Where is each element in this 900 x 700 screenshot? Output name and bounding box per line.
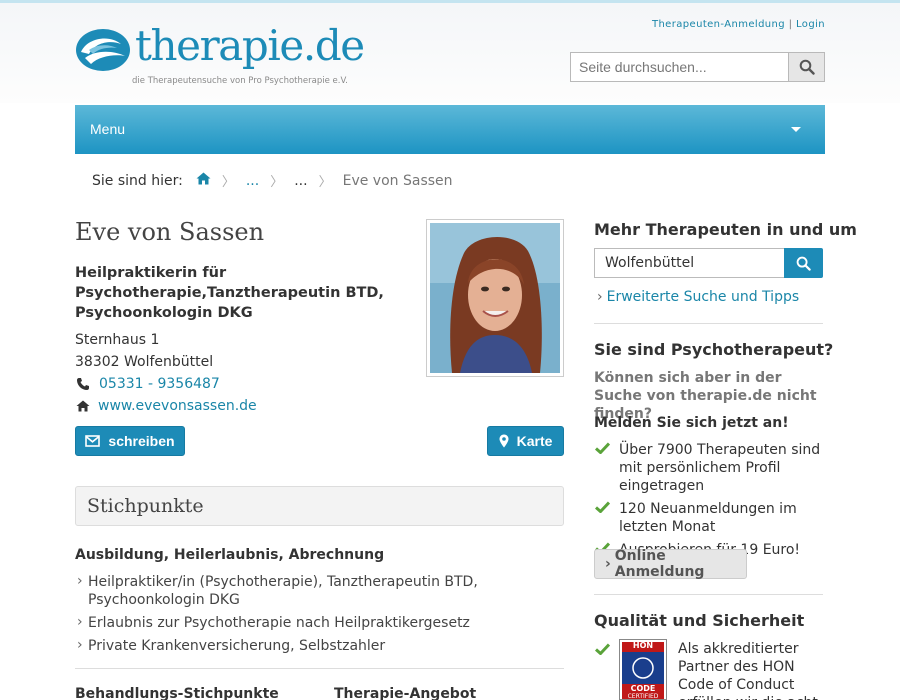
- top-links: Therapeuten-Anmeldung | Login: [652, 19, 825, 30]
- main-menu-bar[interactable]: Menu: [75, 105, 825, 154]
- menu-label: Menu: [90, 121, 126, 137]
- divider: [594, 594, 823, 595]
- education-heading: Ausbildung, Heilerlaubnis, Abrechnung: [75, 547, 385, 563]
- hon-badge-line3: CERTIFIED: [627, 693, 659, 700]
- logo-subtitle: die Therapeutensuche von Pro Psychothera…: [132, 76, 348, 86]
- advanced-search-link[interactable]: › Erweiterte Suche und Tipps: [597, 289, 799, 305]
- home-icon[interactable]: [196, 172, 211, 189]
- breadcrumb-separator: 〉: [270, 175, 284, 190]
- breadcrumb-label: Sie sind hier:: [92, 172, 183, 189]
- hon-description: Als akkreditierter Partner des HON Code …: [678, 641, 818, 700]
- chevron-right-icon: ›: [605, 556, 611, 572]
- quality-title: Qualität und Sicherheit: [594, 611, 805, 630]
- phone-icon: [77, 378, 89, 390]
- education-list: Heilpraktiker/in (Psychotherapie), Tanzt…: [75, 572, 564, 660]
- write-message-button[interactable]: schreiben: [75, 426, 185, 456]
- login-link[interactable]: Login: [796, 19, 825, 30]
- breadcrumb-current: Eve von Sassen: [342, 172, 453, 189]
- benefit-text: 120 Neuanmeldungen im letzten Monat: [619, 501, 797, 535]
- breadcrumb: Sie sind hier: 〉 ... 〉 ... 〉 Eve von Sas…: [92, 171, 453, 190]
- online-register-label: Online Anmeldung: [614, 548, 705, 580]
- therapist-register-link[interactable]: Therapeuten-Anmeldung: [652, 19, 785, 30]
- more-therapists-title: Mehr Therapeuten in und um: [594, 220, 857, 239]
- site-search: Seite durchsuchen...: [570, 52, 825, 82]
- location-search: Wolfenbüttel: [594, 248, 823, 278]
- address-street: Sternhaus 1: [75, 332, 160, 348]
- check-icon: [595, 442, 610, 454]
- list-item: Erlaubnis zur Psychotherapie nach Heilpr…: [75, 613, 564, 632]
- portrait-image: [430, 223, 560, 373]
- treatment-focus-heading: Behandlungs-Stichpunkte: [75, 686, 279, 700]
- website-row: www.evevonsassen.de: [75, 398, 257, 414]
- therapist-profession: Heilpraktikerin für Psychotherapie,Tanzt…: [75, 265, 384, 321]
- benefits-list: Über 7900 Therapeuten sind mit persönlic…: [594, 441, 825, 564]
- register-cta: Melden Sie sich jetzt an!: [594, 415, 789, 431]
- section-header-stichpunkte: Stichpunkte: [75, 486, 564, 526]
- section-title: Stichpunkte: [87, 495, 204, 517]
- website-link[interactable]: www.evevonsassen.de: [98, 398, 257, 414]
- logo-swirl-icon: [76, 29, 130, 71]
- benefit-text: Über 7900 Therapeuten sind mit persönlic…: [619, 442, 821, 494]
- map-marker-icon: [499, 434, 509, 448]
- check-icon: [595, 501, 610, 513]
- breadcrumb-item[interactable]: ...: [294, 173, 307, 189]
- chevron-right-icon: ›: [597, 289, 603, 305]
- list-item: Heilpraktiker/in (Psychotherapie), Tanzt…: [75, 572, 564, 609]
- search-button[interactable]: [788, 52, 825, 82]
- hon-code-badge[interactable]: HON CODE CERTIFIED: [619, 639, 667, 700]
- hon-badge-line1: HON: [632, 641, 654, 650]
- breadcrumb-separator: 〉: [318, 175, 332, 190]
- list-item: Private Krankenversicherung, Selbstzahle…: [75, 636, 564, 655]
- divider: [594, 323, 823, 324]
- hon-badge-line2: CODE: [630, 684, 656, 693]
- therapist-photo: [426, 219, 564, 377]
- search-icon: [799, 59, 815, 75]
- phone-link[interactable]: 05331 - 9356487: [99, 376, 220, 392]
- breadcrumb-item[interactable]: ...: [246, 173, 259, 189]
- list-item: Über 7900 Therapeuten sind mit persönlic…: [594, 441, 825, 495]
- location-input[interactable]: Wolfenbüttel: [594, 248, 785, 278]
- envelope-icon: [85, 435, 101, 447]
- search-input[interactable]: Seite durchsuchen...: [570, 52, 788, 82]
- map-label: Karte: [516, 433, 553, 449]
- list-item: 120 Neuanmeldungen im letzten Monat: [594, 500, 825, 536]
- advanced-search-label: Erweiterte Suche und Tipps: [606, 289, 800, 305]
- location-search-button[interactable]: [784, 248, 823, 278]
- search-icon: [796, 256, 811, 271]
- therapist-question-title: Sie sind Psychotherapeut?: [594, 340, 834, 359]
- online-register-button[interactable]: › Online Anmeldung: [594, 548, 747, 580]
- therapy-offer-heading: Therapie-Angebot: [334, 686, 477, 700]
- write-message-label: schreiben: [108, 433, 175, 449]
- top-links-separator: |: [788, 19, 793, 30]
- therapist-name: Eve von Sassen: [75, 218, 265, 246]
- home-icon: [76, 400, 90, 412]
- phone-row: 05331 - 9356487: [75, 376, 220, 392]
- divider: [75, 668, 564, 669]
- check-icon: [595, 643, 610, 655]
- breadcrumb-separator: 〉: [221, 175, 235, 190]
- logo-text: therapie.de: [135, 21, 365, 70]
- site-logo[interactable]: therapie.de die Therapeutensuche von Pro…: [75, 21, 365, 88]
- map-button[interactable]: Karte: [487, 426, 564, 456]
- address-city: 38302 Wolfenbüttel: [75, 354, 214, 370]
- chevron-down-icon: [791, 127, 801, 132]
